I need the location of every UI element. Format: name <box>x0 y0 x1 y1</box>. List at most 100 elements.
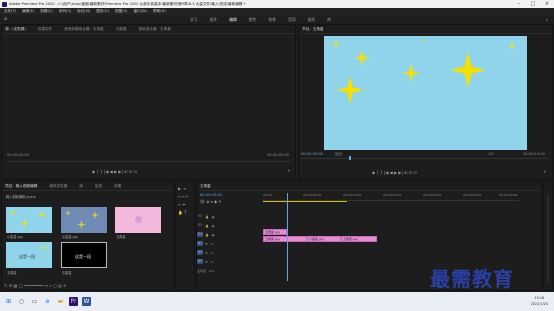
timeline-toolbar-icons[interactable]: ⛓ ◈ ▾ ◆ ✎ <box>200 199 222 204</box>
timeline-playhead[interactable] <box>287 193 288 281</box>
tab-media-browser[interactable]: 媒体浏览器 <box>49 184 67 189</box>
work-area-bar[interactable] <box>263 201 347 202</box>
track-label[interactable]: V2 <box>197 223 203 228</box>
solo-button[interactable]: S <box>211 260 213 264</box>
lock-icon[interactable]: 🔒 <box>205 233 209 237</box>
eye-icon[interactable]: ◉ <box>212 215 215 219</box>
program-timecode-current[interactable]: 00:00:03:00 <box>301 152 323 156</box>
file-explorer-icon[interactable]: ▬ <box>56 297 65 306</box>
close-button[interactable]: × <box>540 0 554 8</box>
program-add-button[interactable]: + <box>543 169 546 174</box>
source-transport-controls[interactable]: ◆ { } |◀ ◀ ▶ ▶| ⊞ ⊟ ⊡ <box>92 169 137 174</box>
eye-icon[interactable]: ◉ <box>212 233 215 237</box>
track-label[interactable]: V1 <box>197 232 203 237</box>
program-fit-select[interactable]: 适合 <box>335 152 342 157</box>
mute-button[interactable]: M <box>205 242 208 246</box>
timeline-clip[interactable]: 五角星.jpg <box>263 236 307 242</box>
project-thumb-5[interactable]: 这是一段 <box>61 242 107 268</box>
workspace-color[interactable]: 颜色 <box>249 17 257 23</box>
workspace-libraries[interactable]: 库 <box>327 17 331 23</box>
track-label[interactable]: V3 <box>197 214 203 219</box>
track-a2-header[interactable]: A2 M S <box>197 249 263 256</box>
track-label[interactable]: A2 <box>197 250 203 255</box>
search-icon[interactable]: ○ <box>17 297 26 306</box>
menu-file[interactable]: 文件(F) <box>4 9 16 14</box>
solo-button[interactable]: S <box>211 251 213 255</box>
menu-bar: 文件(F) 编辑(E) 剪辑(C) 序列(S) 标记(M) 图形(G) 视图(V… <box>0 8 554 15</box>
lock-icon[interactable]: 🔒 <box>205 215 209 219</box>
source-timecode-duration: 00:00:00:00 <box>267 153 289 157</box>
project-thumb-3[interactable] <box>115 207 161 233</box>
source-add-button[interactable]: + <box>287 168 290 173</box>
mute-button[interactable]: M <box>205 251 208 255</box>
menu-view[interactable]: 视图(V) <box>115 9 127 14</box>
timeline-clip[interactable]: 小星星.jpg <box>307 236 341 242</box>
windows-start-icon[interactable]: ⊞ <box>4 297 13 306</box>
solo-button[interactable]: S <box>211 242 213 246</box>
ruler-label: 00:00:15:00 <box>383 193 402 197</box>
tab-source[interactable]: 源：(无剪辑) <box>5 27 26 32</box>
tab-info[interactable]: 信息 <box>95 184 102 189</box>
track-a1-header[interactable]: A1 M S <box>197 240 263 247</box>
track-label[interactable]: A3 <box>197 259 203 264</box>
taskbar-clock[interactable]: 15:18 2022/1/20 <box>531 295 548 307</box>
track-v3-header[interactable]: V3 🔒 ◉ <box>197 213 263 220</box>
minimize-button[interactable]: – <box>512 0 526 8</box>
tab-audio-clip-mixer[interactable]: 音频剪辑混合器：五角星 <box>64 27 104 32</box>
premiere-taskbar-icon[interactable]: Pr <box>69 297 78 306</box>
project-thumb-2[interactable] <box>61 207 107 233</box>
maximize-button[interactable]: □ <box>526 0 540 8</box>
workspace-assembly[interactable]: 组件 <box>210 17 218 23</box>
task-view-icon[interactable]: ▭ <box>30 297 39 306</box>
star-icon <box>336 76 364 104</box>
menu-edit[interactable]: 编辑(E) <box>22 9 34 14</box>
project-bottom-toolbar[interactable]: ✎ ☰ ▦ ◯ ━━━━━━━━ ≡ ⌕ ▢ ▤ ✕ <box>4 283 66 288</box>
timeline-clip[interactable]: 五角星.jpg <box>263 229 287 235</box>
workspace-overflow-icon[interactable]: » <box>546 17 548 22</box>
track-v2-header[interactable]: V2 🔒 ◉ <box>197 222 263 229</box>
menu-sequence[interactable]: 序列(S) <box>59 9 71 14</box>
lock-icon[interactable]: 🔒 <box>205 224 209 228</box>
project-thumb-4[interactable]: 这是一段 <box>6 242 52 268</box>
workspace-graphics[interactable]: 图形 <box>308 17 316 23</box>
edge-browser-icon[interactable]: e <box>43 297 52 306</box>
shape-icon <box>135 216 142 223</box>
workspace-effects[interactable]: 效果 <box>268 17 276 23</box>
timeline-clip[interactable]: 五角星.jpg <box>341 236 377 242</box>
program-resolution-select[interactable]: 1/2 <box>488 152 494 156</box>
menu-clip[interactable]: 剪辑(C) <box>40 9 53 14</box>
tools-icons[interactable]: ▶ ⇥ ⟷ ✂ ⇿ ✒ ✋ T <box>178 185 194 217</box>
menu-marker[interactable]: 标记(M) <box>77 9 90 14</box>
timeline-timecode[interactable]: 00:00:03:00 <box>200 193 222 197</box>
workspace-editing[interactable]: 编辑 <box>229 17 237 23</box>
tab-program[interactable]: 节目：五角星 <box>302 27 324 32</box>
workspace-audio[interactable]: 音频 <box>288 17 296 23</box>
track-a3-header[interactable]: A3 M S <box>197 258 263 265</box>
project-thumb-1[interactable] <box>6 207 52 233</box>
tab-metadata[interactable]: 元数据 <box>116 27 127 32</box>
menu-help[interactable]: 帮助(H) <box>153 9 166 14</box>
tab-audio-track-mixer[interactable]: 音轨混合器：五角星 <box>138 27 170 32</box>
program-scrub-bar[interactable] <box>301 158 549 159</box>
tab-libraries[interactable]: 库 <box>79 184 83 189</box>
track-master-header[interactable]: 主声道 0.0 <box>197 267 263 274</box>
word-taskbar-icon[interactable]: W <box>82 297 91 306</box>
track-label[interactable]: A1 <box>197 241 203 246</box>
menu-graphics[interactable]: 图形(G) <box>96 9 109 14</box>
tab-effect-controls[interactable]: 效果控件 <box>38 27 52 32</box>
workspace-learn[interactable]: 学习 <box>190 17 198 23</box>
master-value[interactable]: 0.0 <box>209 269 214 273</box>
eye-icon[interactable]: ◉ <box>212 224 215 228</box>
tab-effects[interactable]: 效果 <box>114 184 121 189</box>
timeline-ruler[interactable]: 00:00 00:00:05:00 00:00:10:00 00:00:15:0… <box>263 193 519 201</box>
workspace-bar: ⌂ 学习 组件 编辑 颜色 效果 音频 图形 库 » <box>0 15 554 24</box>
track-v1-header[interactable]: V1 🔒 ◉ <box>197 231 263 238</box>
tab-timeline-sequence[interactable]: 五角星 <box>200 184 211 189</box>
tab-project[interactable]: 项目：输入视频编辑 <box>5 184 37 189</box>
program-transport-controls[interactable]: ◆ { } |◀ ◀ ▶ ▶| ⊞ ⊟ ⊡ <box>372 170 417 175</box>
menu-window[interactable]: 窗口(W) <box>133 9 147 14</box>
window-title: Adobe Premiere Pro 2020 - C:\用户\zhou\桌面\… <box>9 1 246 6</box>
program-playhead[interactable] <box>349 156 351 160</box>
mute-button[interactable]: M <box>205 260 208 264</box>
home-icon[interactable]: ⌂ <box>4 17 9 22</box>
